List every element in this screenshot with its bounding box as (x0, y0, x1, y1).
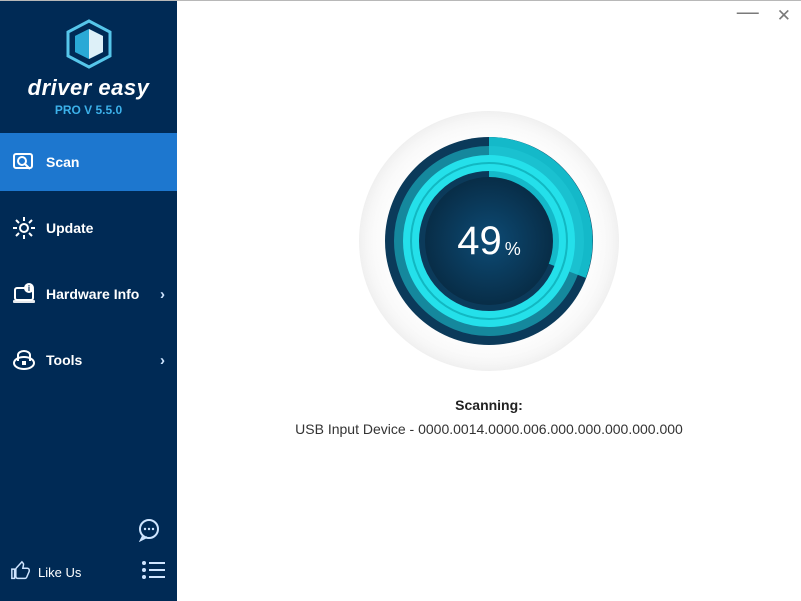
main-content: 49 % Scanning: USB Input Device - 0000.0… (177, 1, 801, 601)
menu-list-icon[interactable] (141, 560, 167, 585)
sidebar-nav: Scan (0, 133, 177, 389)
progress-percent-unit: % (505, 239, 521, 260)
nav-item-tools-label: Tools (46, 352, 82, 368)
feedback-row (10, 518, 167, 547)
brand-block: driver easy PRO V 5.5.0 (0, 1, 177, 127)
brand-name: driver easy (0, 75, 177, 101)
scan-status: Scanning: USB Input Device - 0000.0014.0… (295, 397, 683, 437)
progress-label: 49 % (359, 111, 619, 371)
bottom-row: Like Us (10, 555, 167, 589)
thumbs-up-icon (10, 560, 32, 585)
nav-item-update[interactable]: Update (0, 199, 177, 257)
like-us-button[interactable]: Like Us (10, 560, 81, 585)
chevron-right-icon: › (160, 352, 165, 369)
svg-text:i: i (28, 284, 30, 293)
scan-status-detail: USB Input Device - 0000.0014.0000.006.00… (295, 421, 683, 437)
nav-item-hardware-info[interactable]: i Hardware Info › (0, 265, 177, 323)
progress-percent-value: 49 (457, 219, 502, 264)
app-window: — ✕ driver easy PRO V 5.5.0 (0, 0, 801, 601)
scan-icon (10, 148, 38, 176)
minimize-button[interactable]: — (737, 1, 759, 23)
like-us-label: Like Us (38, 565, 81, 580)
scan-status-title: Scanning: (295, 397, 683, 413)
hardware-info-icon: i (10, 280, 38, 308)
nav-item-scan-label: Scan (46, 154, 79, 170)
feedback-icon[interactable] (137, 518, 161, 547)
nav-item-scan[interactable]: Scan (0, 133, 177, 191)
brand-logo-icon (66, 19, 112, 69)
nav-item-update-label: Update (46, 220, 93, 236)
brand-version: PRO V 5.5.0 (0, 103, 177, 117)
close-button[interactable]: ✕ (777, 7, 791, 29)
nav-item-hardware-info-label: Hardware Info (46, 286, 139, 302)
sidebar-bottom: Like Us (0, 510, 177, 601)
tools-icon (10, 346, 38, 374)
gear-icon (10, 214, 38, 242)
chevron-right-icon: › (160, 286, 165, 303)
window-controls: — ✕ (737, 7, 791, 29)
scan-progress-ring: 49 % (359, 111, 619, 371)
sidebar: driver easy PRO V 5.5.0 Scan (0, 1, 177, 601)
nav-item-tools[interactable]: Tools › (0, 331, 177, 389)
